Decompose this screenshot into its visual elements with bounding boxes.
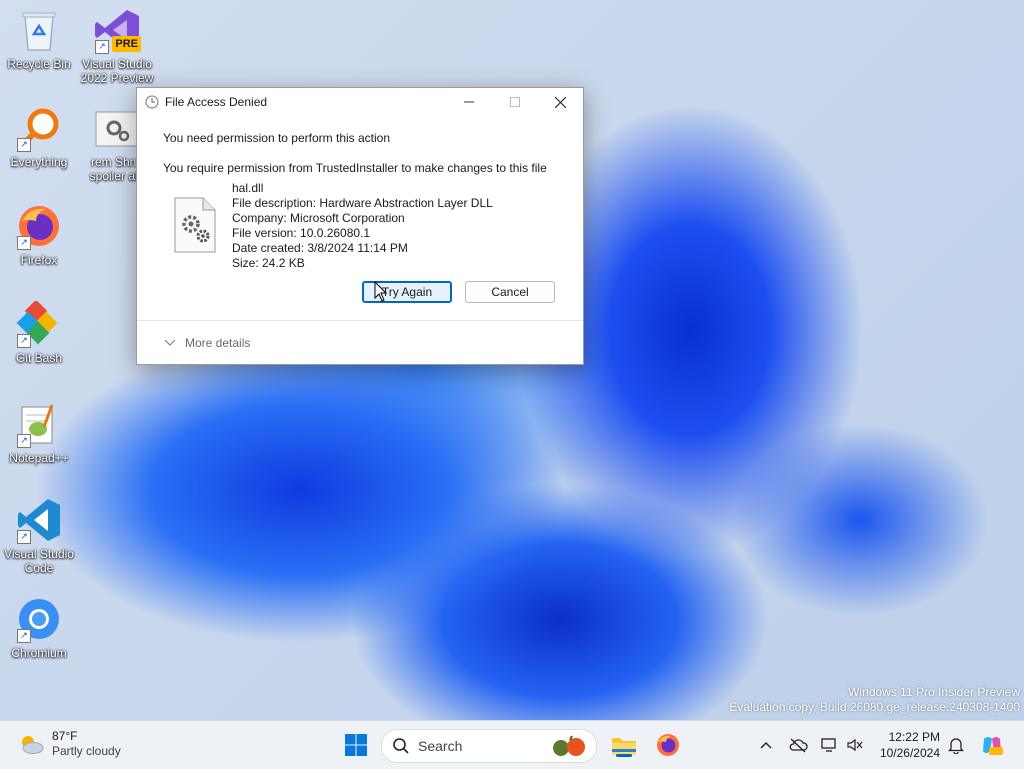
- maximize-icon: [510, 97, 520, 107]
- desktop-icon-git-bash[interactable]: ↗ Git Bash: [1, 300, 77, 365]
- tray-onedrive[interactable]: [788, 735, 808, 755]
- desktop-icon-label: Notepad++: [9, 451, 69, 465]
- watermark-line-2: Evaluation copy. Build 26080.ge_release.…: [729, 700, 1020, 714]
- search-highlight-fruits-icon: [553, 735, 585, 756]
- more-details-toggle[interactable]: More details: [165, 336, 250, 350]
- cancel-button[interactable]: Cancel: [465, 281, 555, 303]
- desktop-icon-label: Firefox: [20, 253, 58, 267]
- desktop-icon-notepad-plus-plus[interactable]: ↗ Notepad++: [1, 400, 77, 465]
- desktop-icon-visual-studio-preview[interactable]: ↗ PRE Visual Studio 2022 Preview: [79, 6, 155, 85]
- desktop-icon-chromium[interactable]: ↗ Chromium: [1, 595, 77, 660]
- notepad-plus-plus-icon: ↗: [15, 400, 63, 448]
- clock-date: 10/26/2024: [879, 746, 940, 760]
- mouse-cursor-icon: [374, 281, 388, 302]
- vscode-icon: ↗: [15, 496, 63, 544]
- weather-condition: Partly cloudy: [52, 744, 121, 758]
- shortcut-arrow-icon: ↗: [17, 236, 31, 250]
- chromium-icon: ↗: [15, 595, 63, 643]
- desktop-icon-label: Chromium: [11, 646, 67, 660]
- search-icon: [393, 738, 409, 754]
- firefox-icon: ↗: [15, 202, 63, 250]
- desktop-icon-label: Recycle Bin: [7, 57, 71, 71]
- bell-icon: [948, 738, 964, 754]
- watermark-line-1: Windows 11 Pro Insider Preview: [848, 685, 1020, 699]
- file-version: File version: 10.0.26080.1: [232, 226, 371, 240]
- show-hidden-icons-button[interactable]: [756, 735, 776, 755]
- file-company: Company: Microsoft Corporation: [232, 211, 405, 225]
- partly-cloudy-icon: [22, 736, 44, 754]
- visual-studio-icon: ↗ PRE: [93, 6, 141, 54]
- chevron-up-icon: [760, 742, 772, 749]
- active-indicator: [616, 754, 632, 757]
- shortcut-arrow-icon: ↗: [17, 434, 31, 448]
- chevron-down-icon: [165, 340, 175, 346]
- shortcut-arrow-icon: ↗: [17, 530, 31, 544]
- taskbar: 87°F Partly cloudy Search 12:22 PM 10/26…: [0, 720, 1024, 769]
- copilot-button[interactable]: [980, 733, 1004, 757]
- copilot-icon: [983, 737, 1003, 755]
- network-monitor-icon: [821, 738, 836, 752]
- clock-time: 12:22 PM: [888, 730, 940, 744]
- file-access-denied-dialog: File Access Denied You need permission t…: [136, 87, 584, 365]
- permission-message: You need permission to perform this acti…: [163, 131, 391, 145]
- close-icon: [554, 96, 566, 108]
- dialog-title: File Access Denied: [165, 95, 268, 109]
- desktop-icon-label: Everything: [10, 155, 68, 169]
- maximize-button[interactable]: [492, 88, 538, 116]
- desktop-icon-firefox[interactable]: ↗ Firefox: [1, 202, 77, 267]
- taskbar-search[interactable]: Search: [381, 729, 597, 763]
- dialog-divider: [137, 320, 583, 321]
- desktop-icon-everything[interactable]: ↗ Everything: [1, 104, 77, 169]
- minimize-icon: [464, 101, 474, 103]
- tray-volume[interactable]: [845, 735, 865, 755]
- notifications-button[interactable]: [946, 735, 966, 755]
- taskbar-firefox[interactable]: [653, 730, 683, 760]
- file-date-created: Date created: 3/8/2024 11:14 PM: [232, 241, 408, 255]
- recycle-bin-icon: [15, 6, 63, 54]
- speaker-muted-icon: [847, 738, 863, 752]
- search-label: Search: [418, 738, 463, 754]
- minimize-button[interactable]: [446, 88, 492, 116]
- cloud-offline-icon: [789, 738, 808, 753]
- windows-watermark: Windows 11 Pro Insider Preview Evaluatio…: [729, 685, 1020, 715]
- firefox-icon: [657, 734, 679, 756]
- weather-widget[interactable]: 87°F Partly cloudy: [18, 729, 121, 759]
- preview-badge: PRE: [112, 36, 141, 52]
- file-info: hal.dll File description: Hardware Abstr…: [232, 181, 493, 271]
- weather-temperature: 87°F: [52, 729, 78, 743]
- clock-icon: [145, 95, 159, 109]
- start-button[interactable]: [341, 730, 371, 760]
- desktop-icon-label: Git Bash: [15, 351, 63, 365]
- windows-logo-icon: [345, 734, 367, 756]
- desktop-icon-label: Visual Studio 2022 Preview: [80, 57, 154, 85]
- taskbar-file-explorer[interactable]: [609, 730, 639, 760]
- git-bash-icon: ↗: [15, 300, 63, 348]
- file-name: hal.dll: [232, 181, 264, 195]
- tray-network[interactable]: [820, 735, 840, 755]
- shortcut-arrow-icon: ↗: [17, 334, 31, 348]
- system-file-icon: [174, 197, 216, 253]
- dialog-titlebar[interactable]: File Access Denied: [137, 88, 583, 116]
- desktop-icon-label: Visual Studio Code: [4, 547, 74, 575]
- file-size: Size: 24.2 KB: [232, 256, 305, 270]
- shortcut-arrow-icon: ↗: [95, 40, 109, 54]
- shortcut-arrow-icon: ↗: [17, 138, 31, 152]
- magnifier-orange-icon: ↗: [15, 104, 63, 152]
- desktop-icon-visual-studio-code[interactable]: ↗ Visual Studio Code: [1, 496, 77, 575]
- permission-detail-message: You require permission from TrustedInsta…: [163, 161, 547, 175]
- file-description: File description: Hardware Abstraction L…: [232, 196, 493, 210]
- more-details-label: More details: [185, 336, 251, 350]
- settings-file-icon: [93, 104, 141, 152]
- shortcut-arrow-icon: ↗: [17, 629, 31, 643]
- folder-icon: [612, 738, 636, 755]
- desktop-icon-recycle-bin[interactable]: Recycle Bin: [1, 6, 77, 71]
- close-button[interactable]: [537, 88, 583, 116]
- taskbar-clock[interactable]: 12:22 PM 10/26/2024: [876, 729, 940, 761]
